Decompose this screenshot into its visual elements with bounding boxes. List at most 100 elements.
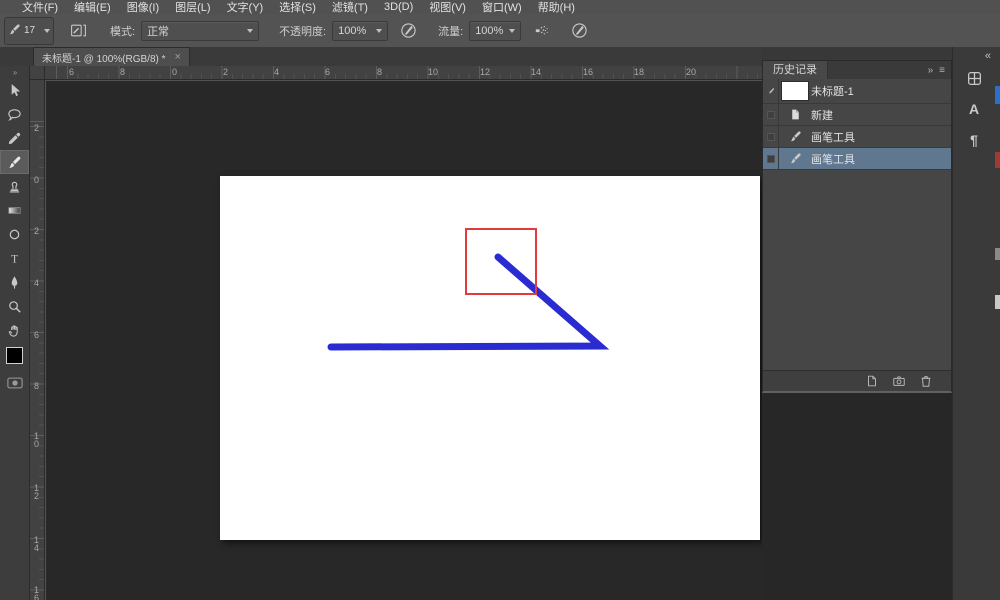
vertical-ruler[interactable]: 2024681 01 21 41 6: [30, 80, 45, 600]
panel-button-paragraph[interactable]: ¶: [959, 127, 989, 153]
menu-item[interactable]: 文字(Y): [227, 0, 264, 15]
pressure-opacity-button[interactable]: [396, 19, 420, 43]
history-source-well[interactable]: [763, 148, 779, 169]
ruler-label: 6: [69, 67, 74, 77]
history-row[interactable]: 新建: [763, 104, 951, 126]
dodge-tool[interactable]: [0, 222, 29, 246]
menu-item[interactable]: 滤镜(T): [332, 0, 368, 15]
history-row[interactable]: 画笔工具: [763, 126, 951, 148]
mode-value: 正常: [147, 23, 169, 39]
menu-item[interactable]: 图层(L): [175, 0, 210, 15]
document-tab-title: 未标题-1 @ 100%(RGB/8) *: [42, 50, 166, 65]
ruler-label: 6: [325, 67, 330, 77]
panel-button-adjustments[interactable]: [959, 65, 989, 91]
brush-preset-icon: [8, 23, 21, 39]
empty-dock-area: [762, 393, 952, 600]
pen-tool[interactable]: [0, 270, 29, 294]
zoom-tool[interactable]: [0, 294, 29, 318]
snapshot-thumbnail: [779, 81, 811, 101]
menu-item[interactable]: 帮助(H): [538, 0, 575, 15]
menu-item[interactable]: 编辑(E): [74, 0, 111, 15]
menu-item[interactable]: 文件(F): [22, 0, 58, 15]
new-doc-from-state-button[interactable]: [865, 374, 879, 388]
airbrush-button[interactable]: [529, 19, 553, 43]
new-doc-icon: [779, 108, 811, 121]
tools-panel: » T: [0, 66, 30, 600]
clone-stamp-tool[interactable]: [0, 174, 29, 198]
history-row[interactable]: 未标题-1: [763, 79, 951, 104]
ruler-label: 0: [172, 67, 177, 77]
canvas-viewport: [46, 81, 762, 600]
history-panel-footer: [763, 370, 951, 391]
dropdown-arrow-icon: [376, 29, 382, 33]
ruler-label: 4: [31, 279, 42, 287]
history-source-well[interactable]: [763, 104, 779, 125]
close-tab-icon[interactable]: ×: [175, 52, 181, 63]
mode-select[interactable]: 正常: [141, 21, 259, 41]
delete-state-button[interactable]: [919, 374, 933, 388]
foreground-color-swatch[interactable]: [6, 347, 23, 364]
expand-dock-icon[interactable]: «: [985, 50, 990, 62]
menu-item[interactable]: 视图(V): [429, 0, 466, 15]
history-panel-tab[interactable]: 历史记录: [763, 61, 828, 79]
history-source-well[interactable]: [763, 79, 779, 103]
menu-item[interactable]: 窗口(W): [482, 0, 522, 15]
toolbar-collapse-icon[interactable]: »: [0, 66, 29, 78]
ruler-label: 8: [31, 382, 42, 390]
history-row-label: 未标题-1: [811, 83, 854, 99]
ruler-label: 0: [31, 176, 42, 184]
menu-item[interactable]: 图像(I): [127, 0, 159, 15]
pressure-size-button[interactable]: [567, 19, 591, 43]
lasso-tool[interactable]: [0, 102, 29, 126]
eyedropper-tool[interactable]: [0, 126, 29, 150]
menu-item[interactable]: 3D(D): [384, 1, 413, 13]
icon-dock: « A ¶: [952, 47, 1000, 600]
ruler-label: 1 2: [31, 484, 42, 500]
history-panel-header: 历史记录 » ≡: [763, 61, 951, 79]
history-row-label: 画笔工具: [811, 151, 855, 167]
brush-size-value: 17: [24, 25, 35, 36]
ruler-label: 18: [634, 67, 644, 77]
dropdown-arrow-icon: [247, 29, 253, 33]
tool-preset-picker[interactable]: 17: [4, 17, 54, 45]
horizontal-ruler[interactable]: 6802468101214161820: [30, 66, 762, 80]
history-row[interactable]: 画笔工具: [763, 148, 951, 170]
ruler-label: 4: [274, 67, 279, 77]
ruler-label: 2: [31, 124, 42, 132]
ruler-label: 10: [428, 67, 438, 77]
options-bar: 17 模式: 正常 不透明度: 100% 流量: 100%: [0, 14, 1000, 48]
menu-item[interactable]: 选择(S): [279, 0, 316, 15]
toggle-brush-panel-button[interactable]: [66, 19, 90, 43]
ruler-label: 2: [223, 67, 228, 77]
panel-button-character[interactable]: A: [959, 96, 989, 122]
ruler-label: 1 6: [31, 586, 42, 600]
move-tool[interactable]: [0, 78, 29, 102]
history-row-label: 新建: [811, 107, 833, 123]
clipped-panel-fragment: [995, 248, 1000, 260]
document-tab[interactable]: 未标题-1 @ 100%(RGB/8) * ×: [33, 47, 190, 66]
ruler-label: 14: [531, 67, 541, 77]
canvas-document[interactable]: [220, 176, 760, 540]
document-tab-bar: 未标题-1 @ 100%(RGB/8) * ×: [0, 47, 762, 66]
history-source-well[interactable]: [763, 126, 779, 147]
new-snapshot-button[interactable]: [892, 374, 906, 388]
clipped-panel-fragment: [995, 295, 1000, 309]
gradient-tool[interactable]: [0, 198, 29, 222]
flow-select[interactable]: 100%: [469, 21, 521, 41]
opacity-value: 100%: [338, 25, 366, 37]
ruler-label: 1 4: [31, 536, 42, 552]
ruler-label: 8: [120, 67, 125, 77]
history-row-label: 画笔工具: [811, 129, 855, 145]
brush-tool[interactable]: [0, 150, 29, 174]
quick-mask-icon[interactable]: [0, 374, 29, 392]
type-tool[interactable]: T: [0, 246, 29, 270]
ruler-label: 1 0: [31, 432, 42, 448]
ruler-label: 20: [686, 67, 696, 77]
dropdown-arrow-icon: [44, 29, 50, 33]
hand-tool[interactable]: [0, 318, 29, 342]
panel-menu-icon[interactable]: ≡: [939, 65, 945, 76]
panel-collapse-icon[interactable]: »: [928, 65, 933, 76]
right-dock-region: 历史记录 » ≡ 未标题-1新建画笔工具画笔工具 « A¶: [762, 47, 1000, 600]
opacity-select[interactable]: 100%: [332, 21, 388, 41]
svg-text:T: T: [11, 253, 18, 265]
